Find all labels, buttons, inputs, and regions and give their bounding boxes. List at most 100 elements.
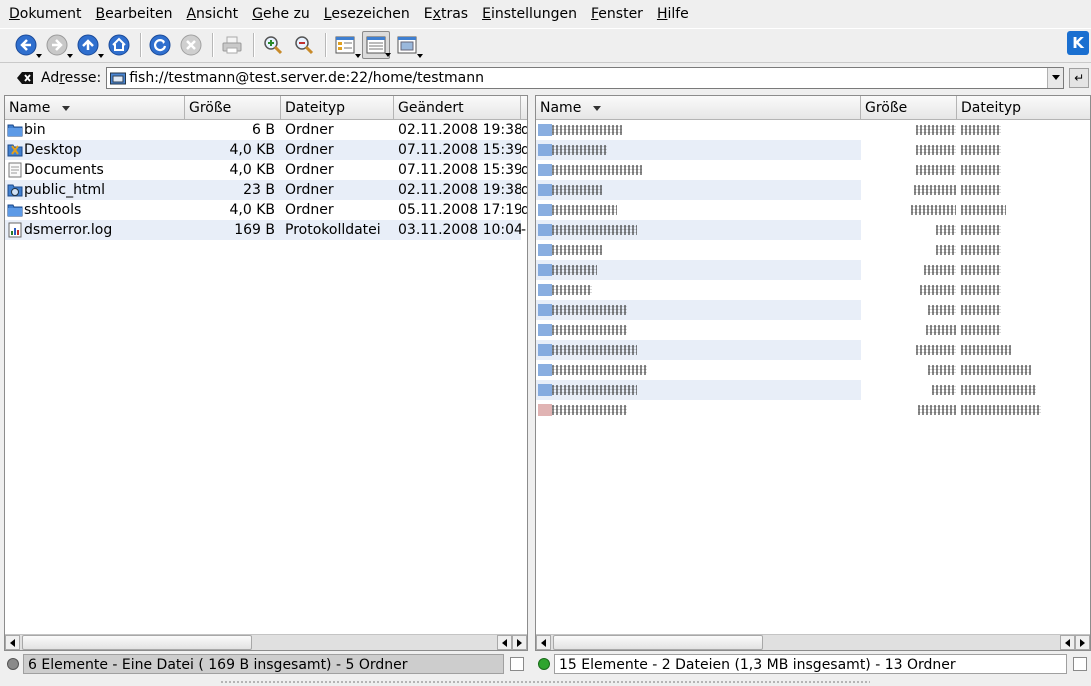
menu-fenster[interactable]: Fenster: [584, 0, 650, 28]
scroll-left-button[interactable]: [1060, 635, 1075, 650]
scroll-right-button[interactable]: [512, 635, 527, 650]
scroll-right-button[interactable]: [1075, 635, 1090, 650]
menu-label: earbeiten: [105, 6, 173, 22]
obscured-file-row[interactable]: [536, 360, 1090, 380]
address-combo[interactable]: [106, 66, 1065, 89]
resize-grip[interactable]: [220, 680, 870, 684]
reload-icon: [149, 34, 171, 56]
dropdown-arrow-icon[interactable]: [67, 54, 73, 58]
file-row[interactable]: bin 6 B Ordner 02.11.2008 19:38 d: [5, 120, 527, 140]
dropdown-arrow-icon[interactable]: [417, 54, 423, 58]
obscured-file-row[interactable]: [536, 180, 1090, 200]
go-button[interactable]: ↵: [1069, 67, 1090, 88]
home-button[interactable]: [105, 31, 133, 59]
reload-button[interactable]: [146, 31, 174, 59]
scroll-thumb[interactable]: [553, 635, 763, 650]
scroll-track[interactable]: [20, 635, 497, 650]
file-modified: 05.11.2008 17:19: [398, 202, 521, 218]
scroll-left-button[interactable]: [497, 635, 512, 650]
menu-extras[interactable]: Extras: [417, 0, 475, 28]
column-header-name[interactable]: Name: [5, 96, 185, 119]
up-button[interactable]: [74, 31, 104, 59]
menu-gehe-zu[interactable]: Gehe zu: [245, 0, 317, 28]
file-size: 4,0 KB: [185, 140, 281, 160]
obscured-file-row[interactable]: [536, 280, 1090, 300]
dropdown-arrow-icon[interactable]: [385, 53, 391, 57]
obscured-type: [961, 285, 1001, 295]
preview-view-icon: [397, 36, 417, 54]
column-header-name[interactable]: Name: [536, 96, 861, 119]
menu-hilfe[interactable]: Hilfe: [650, 0, 696, 28]
pane-splitter[interactable]: [529, 95, 534, 675]
address-input[interactable]: [129, 67, 1048, 88]
column-header-modified[interactable]: Geändert: [394, 96, 521, 119]
file-modified: 02.11.2008 19:38: [398, 122, 521, 138]
obscured-size: [916, 345, 956, 355]
zoom-out-button[interactable]: [290, 31, 318, 59]
file-name: dsmerror.log: [24, 222, 113, 238]
link-view-checkbox[interactable]: [1073, 657, 1087, 671]
up-arrow-icon: [77, 34, 99, 56]
obscured-file-row[interactable]: [536, 300, 1090, 320]
back-button[interactable]: [12, 31, 42, 59]
menu-bearbeiten[interactable]: Bearbeiten: [89, 0, 180, 28]
obscured-folder-icon: [538, 224, 552, 236]
right-file-pane[interactable]: Name Größe Dateityp: [535, 95, 1091, 651]
file-row[interactable]: public_html 23 B Ordner 02.11.2008 19:38…: [5, 180, 527, 200]
obscured-file-row[interactable]: [536, 380, 1090, 400]
file-row[interactable]: Documents 4,0 KB Ordner 07.11.2008 15:39…: [5, 160, 527, 180]
menu-einstellungen[interactable]: Einstellungen: [475, 0, 584, 28]
dropdown-arrow-icon[interactable]: [98, 54, 104, 58]
toolbar-separator: [253, 33, 255, 57]
detail-view-button[interactable]: [362, 31, 391, 59]
column-header-type[interactable]: Dateityp: [957, 96, 1090, 119]
obscured-file-row[interactable]: [536, 340, 1090, 360]
column-header-type[interactable]: Dateityp: [281, 96, 394, 119]
obscured-file-row[interactable]: [536, 240, 1090, 260]
address-bar: Adresse: ↵: [0, 62, 1091, 92]
main-toolbar: [0, 28, 1091, 61]
left-file-pane[interactable]: Name Größe Dateityp Geändert bin 6 B Ord…: [4, 95, 528, 651]
dropdown-arrow-icon[interactable]: [36, 54, 42, 58]
menu-label: ilfe: [667, 6, 689, 22]
obscured-file-row[interactable]: [536, 140, 1090, 160]
horizontal-scrollbar[interactable]: [5, 634, 527, 650]
obscured-file-row[interactable]: [536, 120, 1090, 140]
address-history-dropdown[interactable]: [1047, 67, 1064, 88]
scroll-left-button[interactable]: [536, 635, 551, 650]
obscured-file-row[interactable]: [536, 400, 1090, 420]
file-extra: d: [521, 120, 527, 140]
menu-ansicht[interactable]: Ansicht: [179, 0, 245, 28]
file-name-cell: public_html: [5, 180, 185, 200]
clear-address-button[interactable]: [14, 69, 36, 87]
kde-logo-icon[interactable]: K: [1067, 31, 1089, 55]
obscured-name: [552, 285, 592, 295]
menu-dokument[interactable]: Dokument: [2, 0, 89, 28]
file-row[interactable]: sshtools 4,0 KB Ordner 05.11.2008 17:19 …: [5, 200, 527, 220]
forward-button[interactable]: [43, 31, 73, 59]
obscured-file-row[interactable]: [536, 320, 1090, 340]
file-row[interactable]: Desktop 4,0 KB Ordner 07.11.2008 15:39 d: [5, 140, 527, 160]
scroll-track[interactable]: [551, 635, 1060, 650]
column-header-size[interactable]: Größe: [185, 96, 281, 119]
file-row[interactable]: dsmerror.log 169 B Protokolldatei 03.11.…: [5, 220, 527, 240]
scroll-thumb[interactable]: [22, 635, 252, 650]
link-view-checkbox[interactable]: [510, 657, 524, 671]
obscured-file-row[interactable]: [536, 200, 1090, 220]
zoom-in-button[interactable]: [259, 31, 287, 59]
preview-view-button[interactable]: [393, 31, 423, 59]
column-header-size[interactable]: Größe: [861, 96, 957, 119]
stop-button[interactable]: [177, 31, 205, 59]
file-size: 169 B: [185, 220, 281, 240]
obscured-type: [961, 185, 1001, 195]
obscured-file-row[interactable]: [536, 260, 1090, 280]
menu-lesezeichen[interactable]: Lesezeichen: [317, 0, 417, 28]
right-status-bar: 15 Elemente - 2 Dateien (1,3 MB insgesam…: [535, 653, 1091, 675]
horizontal-scrollbar[interactable]: [536, 634, 1090, 650]
obscured-file-row[interactable]: [536, 220, 1090, 240]
dropdown-arrow-icon[interactable]: [355, 54, 361, 58]
scroll-left-button[interactable]: [5, 635, 20, 650]
print-button[interactable]: [218, 31, 246, 59]
obscured-file-row[interactable]: [536, 160, 1090, 180]
icon-view-button[interactable]: [331, 31, 361, 59]
